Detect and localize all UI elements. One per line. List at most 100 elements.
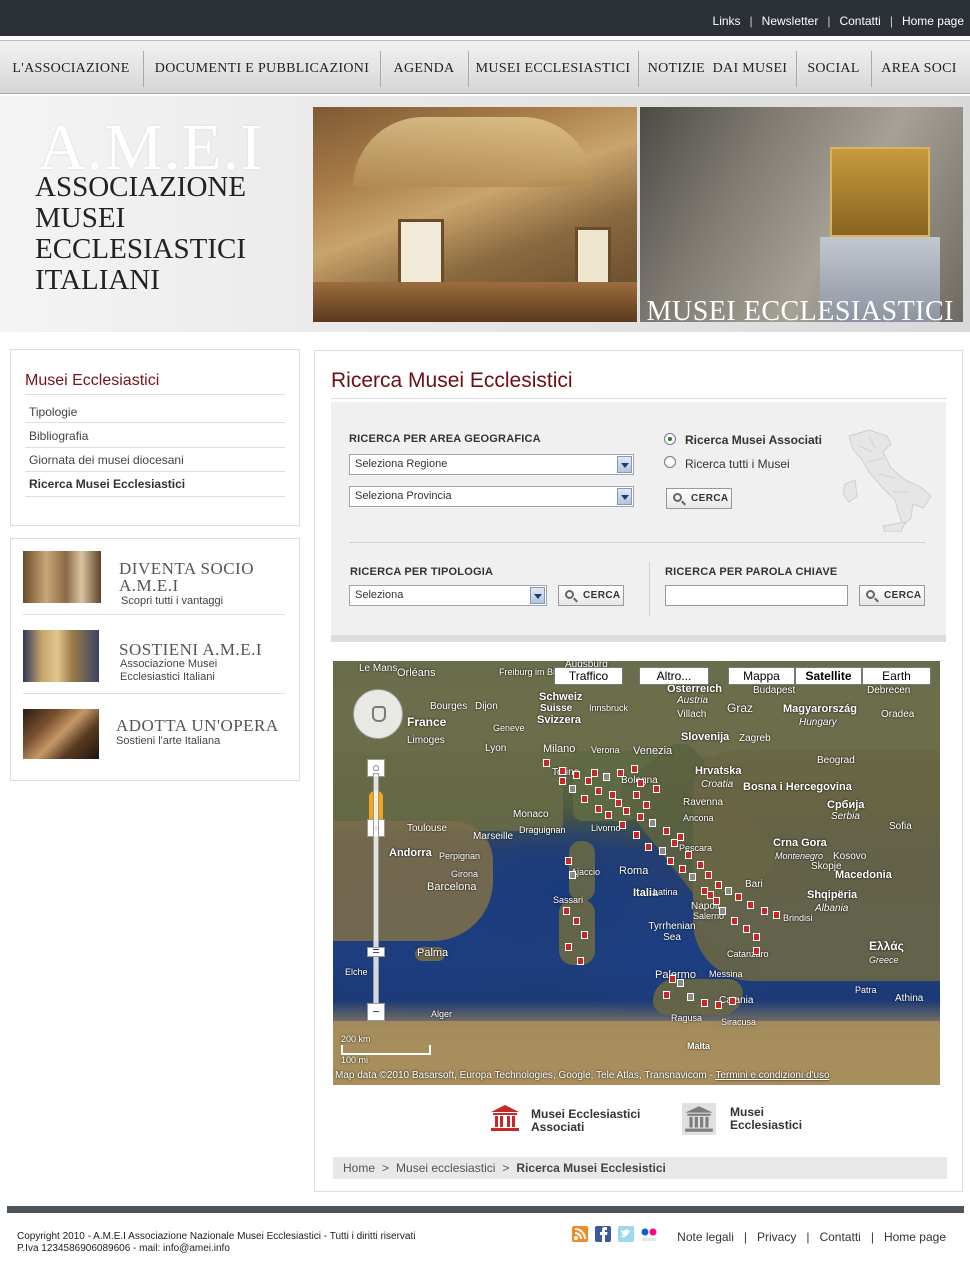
museum-marker-icon[interactable] xyxy=(573,771,580,779)
footer-link-contatti[interactable]: Contatti xyxy=(819,1230,860,1244)
province-select[interactable]: Seleziona Provincia xyxy=(349,486,634,507)
zoom-slider-handle[interactable]: = xyxy=(367,944,385,957)
museum-marker-icon[interactable] xyxy=(713,897,720,905)
museum-marker-icon[interactable] xyxy=(637,779,644,787)
map-satellite-button[interactable]: Satellite xyxy=(795,667,862,685)
nav-agenda[interactable]: AGENDA xyxy=(381,41,467,95)
museum-marker-icon[interactable] xyxy=(643,801,650,809)
museum-marker-icon[interactable] xyxy=(729,997,736,1005)
museum-marker-icon[interactable] xyxy=(715,1001,722,1009)
museum-marker-icon[interactable] xyxy=(637,813,644,821)
nav-musei[interactable]: MUSEI ECCLESIASTICI xyxy=(469,41,637,95)
sidebar-item-bibliografia[interactable]: Bibliografia xyxy=(29,429,88,443)
museum-marker-icon[interactable] xyxy=(565,943,572,951)
sidebar-item-tipologie[interactable]: Tipologie xyxy=(29,405,77,419)
top-link-newsletter[interactable]: Newsletter xyxy=(762,14,819,28)
museum-marker-icon[interactable] xyxy=(697,861,704,869)
twitter-icon[interactable] xyxy=(618,1226,634,1244)
museum-marker-icon[interactable] xyxy=(719,907,726,915)
museum-marker-icon[interactable] xyxy=(623,807,630,815)
museum-marker-icon[interactable] xyxy=(653,785,660,793)
museum-marker-icon[interactable] xyxy=(731,917,738,925)
top-link-links[interactable]: Links xyxy=(713,14,741,28)
rss-icon[interactable] xyxy=(572,1226,588,1244)
museum-marker-icon[interactable] xyxy=(581,795,588,803)
museum-marker-icon[interactable] xyxy=(715,881,722,889)
footer-link-privacy[interactable]: Privacy xyxy=(757,1230,796,1244)
museum-marker-icon[interactable] xyxy=(609,791,616,799)
map-altro-button[interactable]: Altro... xyxy=(639,667,709,685)
museum-marker-icon[interactable] xyxy=(633,791,640,799)
map-pan-control[interactable] xyxy=(353,689,403,739)
nav-area-soci[interactable]: AREA SOCI xyxy=(872,41,966,95)
museum-marker-icon[interactable] xyxy=(595,805,602,813)
museum-marker-icon[interactable] xyxy=(569,785,576,793)
museum-marker-icon[interactable] xyxy=(663,991,670,999)
map-mappa-button[interactable]: Mappa xyxy=(728,667,795,685)
museum-marker-icon[interactable] xyxy=(603,773,610,781)
museum-marker-icon[interactable] xyxy=(645,843,652,851)
radio-associati[interactable] xyxy=(664,433,676,445)
museum-marker-icon[interactable] xyxy=(595,787,602,795)
museum-marker-icon[interactable] xyxy=(565,857,572,865)
zoom-slider[interactable] xyxy=(373,773,379,1013)
museum-marker-icon[interactable] xyxy=(735,893,742,901)
top-link-home[interactable]: Home page xyxy=(902,14,964,28)
nav-notizie[interactable]: NOTIZIE DAI MUSEI xyxy=(639,41,796,95)
museum-marker-icon[interactable] xyxy=(679,865,686,873)
museum-marker-icon[interactable] xyxy=(605,811,612,819)
museum-marker-icon[interactable] xyxy=(687,993,694,1001)
museum-marker-icon[interactable] xyxy=(677,979,684,987)
museum-marker-icon[interactable] xyxy=(747,901,754,909)
museum-marker-icon[interactable] xyxy=(677,833,684,841)
sidebar-item-giornata[interactable]: Giornata dei musei diocesani xyxy=(29,453,184,467)
flickr-icon[interactable] xyxy=(641,1226,657,1244)
radio-tutti[interactable] xyxy=(664,456,676,468)
museum-marker-icon[interactable] xyxy=(743,925,750,933)
museum-marker-icon[interactable] xyxy=(773,911,780,919)
museum-marker-icon[interactable] xyxy=(761,907,768,915)
museum-marker-icon[interactable] xyxy=(559,777,566,785)
nav-documenti[interactable]: DOCUMENTI E PUBBLICAZIONI xyxy=(144,41,380,95)
museum-marker-icon[interactable] xyxy=(559,767,566,775)
museum-marker-icon[interactable] xyxy=(563,907,570,915)
museum-marker-icon[interactable] xyxy=(753,947,760,955)
museum-marker-icon[interactable] xyxy=(685,851,692,859)
museum-marker-icon[interactable] xyxy=(573,917,580,925)
museum-marker-icon[interactable] xyxy=(701,999,708,1007)
map-traffico-button[interactable]: Traffico xyxy=(554,667,623,685)
footer-link-note-legali[interactable]: Note legali xyxy=(677,1230,734,1244)
promo-adotta[interactable]: ADOTTA UN'OPERA Sostieni l'arte Italiana xyxy=(23,709,289,783)
museum-marker-icon[interactable] xyxy=(701,887,708,895)
museum-marker-icon[interactable] xyxy=(591,769,598,777)
map-earth-button[interactable]: Earth xyxy=(862,667,931,685)
breadcrumb-home[interactable]: Home xyxy=(343,1161,375,1175)
museum-marker-icon[interactable] xyxy=(617,769,624,777)
keyword-search-button[interactable]: CERCA xyxy=(859,585,925,606)
region-select[interactable]: Seleziona Regione xyxy=(349,454,634,475)
museum-marker-icon[interactable] xyxy=(689,873,696,881)
museum-marker-icon[interactable] xyxy=(577,957,584,965)
museum-marker-icon[interactable] xyxy=(659,847,666,855)
nav-associazione[interactable]: L'ASSOCIAZIONE xyxy=(0,41,142,95)
museum-marker-icon[interactable] xyxy=(631,765,638,773)
tipologia-select[interactable]: Seleziona xyxy=(349,585,547,606)
nav-social[interactable]: SOCIAL xyxy=(797,41,870,95)
keyword-input[interactable] xyxy=(665,585,848,606)
museum-marker-icon[interactable] xyxy=(669,975,676,983)
museum-marker-icon[interactable] xyxy=(543,759,550,767)
museum-marker-icon[interactable] xyxy=(581,931,588,939)
museum-marker-icon[interactable] xyxy=(753,933,760,941)
top-link-contatti[interactable]: Contatti xyxy=(839,14,880,28)
footer-link-home[interactable]: Home page xyxy=(884,1230,946,1244)
museum-marker-icon[interactable] xyxy=(725,887,732,895)
museum-marker-icon[interactable] xyxy=(619,821,626,829)
zoom-out-button[interactable]: − xyxy=(367,1003,385,1021)
museum-marker-icon[interactable] xyxy=(569,871,576,879)
breadcrumb-musei[interactable]: Musei ecclesiastici xyxy=(396,1161,495,1175)
museum-marker-icon[interactable] xyxy=(615,799,622,807)
museum-marker-icon[interactable] xyxy=(663,827,670,835)
museum-marker-icon[interactable] xyxy=(671,839,678,847)
geo-search-button[interactable]: CERCA xyxy=(666,488,732,509)
tipologia-search-button[interactable]: CERCA xyxy=(558,585,624,606)
